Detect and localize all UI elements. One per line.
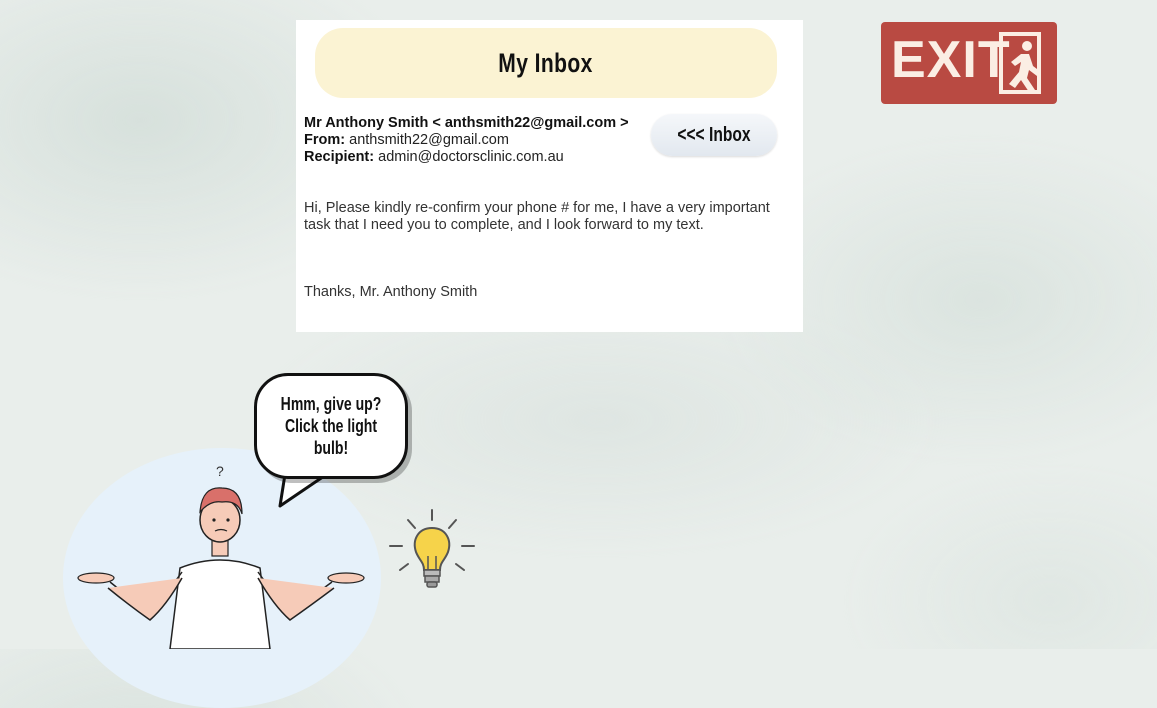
back-to-inbox-button[interactable]: <<< Inbox — [651, 114, 777, 156]
back-to-inbox-label: <<< Inbox — [677, 123, 751, 146]
exit-label: EXIT — [891, 31, 1011, 89]
exit-button[interactable]: EXIT — [881, 22, 1057, 104]
from-label: From: — [304, 132, 346, 148]
question-mark: ? — [216, 463, 224, 479]
recipient-value: admin@doctorsclinic.com.au — [378, 149, 564, 165]
sender-line: Mr Anthony Smith < anthsmith22@gmail.com… — [304, 115, 629, 131]
recipient-label: Recipient: — [304, 149, 375, 165]
email-body: Hi, Please kindly re-confirm your phone … — [304, 200, 770, 233]
email-card: My Inbox Mr Anthony Smith < anthsmith22@… — [296, 20, 803, 332]
page-title: My Inbox — [498, 47, 594, 78]
light-bulb-icon[interactable] — [388, 508, 478, 598]
from-value: anthsmith22@gmail.com — [349, 132, 509, 148]
hint-speech-bubble: Hmm, give up? Click the light bulb! — [254, 373, 408, 479]
email-signoff: Thanks, Mr. Anthony Smith — [304, 284, 478, 300]
hint-text: Hmm, give up? Click the light bulb! — [280, 394, 382, 458]
email-header: Mr Anthony Smith < anthsmith22@gmail.com… — [304, 115, 629, 166]
inbox-title-bar: My Inbox — [315, 28, 777, 98]
running-man-exit-icon — [999, 32, 1041, 94]
